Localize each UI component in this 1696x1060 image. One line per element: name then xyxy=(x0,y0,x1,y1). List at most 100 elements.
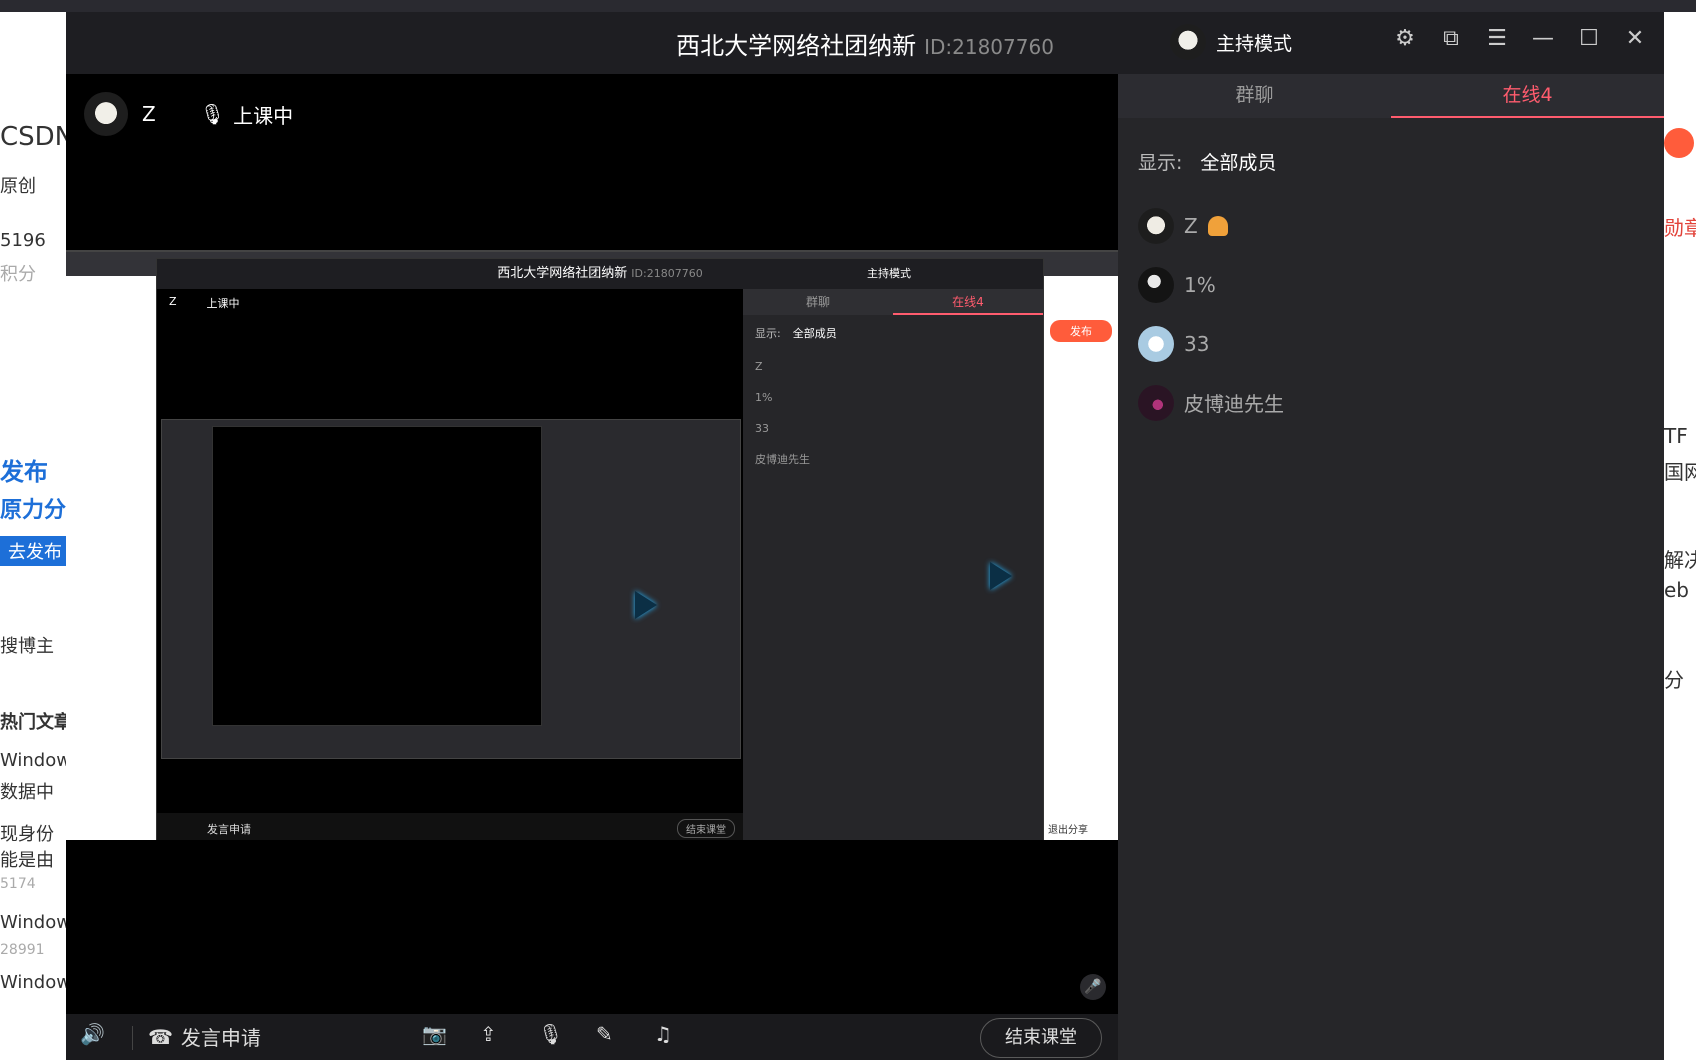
shared-filter-value: 全部成员 xyxy=(792,327,837,340)
main-stage: Z 🎙 上课中 发布 退出分享 西北大学网络社团纳新 ID:21807760 主持… xyxy=(66,74,1118,1014)
mic-off-icon[interactable]: 🎙 xyxy=(538,1022,563,1046)
bg-text: 勋章 xyxy=(1664,216,1696,240)
shared-browser-right: 发布 退出分享 xyxy=(1044,276,1118,840)
bg-text: Windows xyxy=(0,750,66,771)
bg-text: TF xyxy=(1664,424,1688,448)
divider xyxy=(132,1026,133,1050)
status-label: 上课中 xyxy=(233,103,294,128)
exit-share-button: 退出分享 xyxy=(1048,825,1088,836)
bg-text: 28991 xyxy=(0,942,45,958)
bg-text: 热门文章 xyxy=(0,712,66,733)
shared-room-id: ID:21807760 xyxy=(631,267,703,280)
bg-text: Windows xyxy=(0,972,66,993)
bg-text: 去发布 xyxy=(0,536,66,566)
shared-apply: 发言申请 xyxy=(207,823,251,836)
avatar xyxy=(1138,325,1174,362)
presenter-info: Z 🎙 上课中 xyxy=(84,92,293,136)
nested-shared-window xyxy=(212,426,542,726)
bg-text: 现身份 xyxy=(0,824,54,845)
bottom-toolbar: 🔊 ☎ 发言申请 📷 ⇪ 🎙 ✎ ♫ 结束课堂 xyxy=(66,1014,1118,1060)
close-icon[interactable]: ✕ xyxy=(1622,26,1648,51)
cursor-icon xyxy=(635,591,657,619)
bg-text: 数据中 xyxy=(0,782,54,803)
bg-text: 5196 xyxy=(0,230,46,251)
bg-text: CSDN xyxy=(0,122,66,152)
room-name: 西北大学网络社团纳新 xyxy=(676,32,917,60)
browser-tabbar xyxy=(0,0,1696,12)
bg-text: 积分 xyxy=(0,264,36,285)
window-controls: ⚙ ⧉ ☰ — ☐ ✕ xyxy=(1392,26,1648,51)
background-browser-left: CSDN 原创 5196 积分 发布 原力分 去发布 搜博主 热门文章 Wind… xyxy=(0,12,66,1060)
tab-online[interactable]: 在线4 xyxy=(1391,74,1664,118)
settings-icon[interactable]: ⚙ xyxy=(1392,26,1418,51)
shared-window: 西北大学网络社团纳新 ID:21807760 主持模式 Z 上课中 发言申请 结束… xyxy=(156,258,1044,840)
minimize-icon[interactable]: — xyxy=(1530,26,1556,51)
member-filter[interactable]: 显示: 全部成员 xyxy=(1138,148,1276,175)
popout-icon[interactable]: ⧉ xyxy=(1438,26,1464,51)
camera-off-icon[interactable]: 📷 xyxy=(422,1022,447,1046)
shared-browser-left xyxy=(66,276,156,840)
speaker-icon[interactable]: 🔊 xyxy=(80,1022,105,1046)
list-item[interactable]: 33 xyxy=(1138,314,1284,373)
bg-text: 能是由 xyxy=(0,850,54,871)
shared-member: 33 xyxy=(755,422,769,435)
shared-screen: 发布 退出分享 西北大学网络社团纳新 ID:21807760 主持模式 Z 上课中 xyxy=(66,250,1118,840)
nested-shared-screen xyxy=(161,419,741,759)
class-status: 🎙 上课中 xyxy=(200,100,293,129)
list-item[interactable]: 皮博迪先生 xyxy=(1138,373,1284,432)
list-item[interactable]: 1% xyxy=(1138,255,1284,314)
host-mode-label: 主持模式 xyxy=(1215,32,1292,55)
cursor-icon xyxy=(990,562,1012,590)
bg-text: eb xyxy=(1664,578,1689,602)
bg-text: 搜博主 xyxy=(0,636,54,657)
shared-stage: Z 上课中 发言申请 结束课堂 xyxy=(157,289,745,840)
bg-text: 原创 xyxy=(0,176,36,197)
shared-host-mode: 主持模式 xyxy=(867,267,911,280)
shared-presenter-name: Z xyxy=(169,295,177,308)
bg-text: Windows xyxy=(0,912,66,933)
member-name: Z xyxy=(1184,213,1198,238)
shared-filter: 显示: 全部成员 xyxy=(743,315,1043,351)
shared-member-list: Z 1% 33 皮博迪先生 xyxy=(743,351,1043,475)
music-icon[interactable]: ♫ xyxy=(654,1022,672,1046)
shared-end: 结束课堂 xyxy=(677,819,735,838)
bg-text: 解决 xyxy=(1664,548,1696,572)
end-class-button[interactable]: 结束课堂 xyxy=(980,1018,1102,1058)
classroom-window: 西北大学网络社团纳新 ID:21807760 主持模式 ⚙ ⧉ ☰ — ☐ ✕ Z… xyxy=(66,12,1664,1060)
apply-speak-button[interactable]: ☎ 发言申请 xyxy=(148,1022,261,1051)
publish-button: 发布 xyxy=(1050,320,1112,342)
bg-text: 5174 xyxy=(0,876,36,892)
tab-group-chat[interactable]: 群聊 xyxy=(1118,74,1391,118)
menu-icon[interactable]: ☰ xyxy=(1484,26,1510,51)
member-list: Z 1% 33 皮博迪先生 xyxy=(1138,196,1284,432)
host-mode[interactable]: 主持模式 xyxy=(1169,24,1292,60)
phone-icon: ☎ xyxy=(148,1024,173,1049)
list-item[interactable]: Z xyxy=(1138,196,1284,255)
shared-member: 皮博迪先生 xyxy=(755,453,810,466)
avatar xyxy=(84,92,128,136)
filter-label: 显示: xyxy=(1138,152,1183,174)
sidebar-tabs: 群聊 在线4 xyxy=(1118,74,1664,118)
shared-filter-label: 显示: xyxy=(755,327,781,340)
shared-tabs: 群聊 在线4 xyxy=(743,289,1043,315)
shared-tab-online: 在线4 xyxy=(893,289,1043,315)
microphone-icon: 🎙 xyxy=(199,102,226,126)
shared-title: 西北大学网络社团纳新 ID:21807760 主持模式 xyxy=(157,259,1043,289)
edit-icon[interactable]: ✎ xyxy=(596,1022,613,1046)
shared-presenter: Z 上课中 xyxy=(169,295,240,311)
bg-text: 分 xyxy=(1664,668,1684,692)
share-screen-icon[interactable]: ⇪ xyxy=(480,1022,497,1046)
shared-member: Z xyxy=(755,360,763,373)
filter-value[interactable]: 全部成员 xyxy=(1200,148,1276,175)
apply-speak-label: 发言申请 xyxy=(180,1026,261,1050)
bg-text: 发布 xyxy=(0,458,48,486)
host-badge-icon xyxy=(1207,215,1228,236)
member-name: 33 xyxy=(1184,331,1210,356)
mic-muted-icon[interactable]: 🎤 xyxy=(1080,974,1106,1000)
avatar xyxy=(1138,266,1174,303)
shared-toolbar: 发言申请 结束课堂 xyxy=(157,813,745,840)
presenter-name: Z xyxy=(142,102,156,126)
avatar xyxy=(1169,24,1206,60)
maximize-icon[interactable]: ☐ xyxy=(1576,26,1602,51)
bg-text: 国网 xyxy=(1664,460,1696,484)
